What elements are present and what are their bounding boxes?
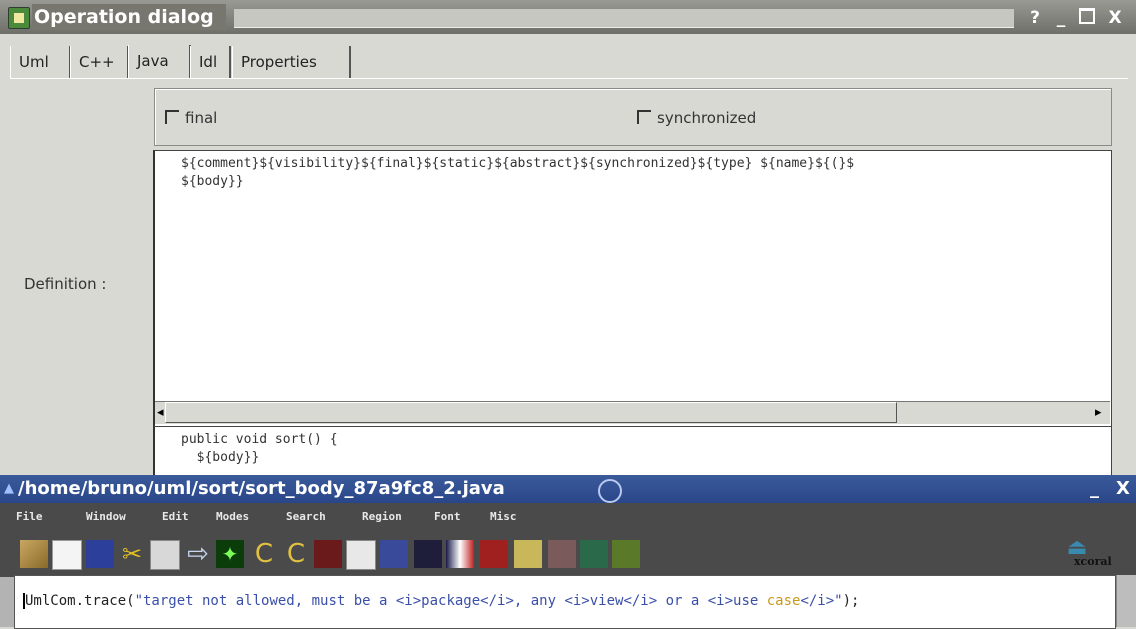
help-button[interactable]: ? [1024, 8, 1046, 28]
open-folder-icon[interactable] [20, 540, 48, 568]
editor-title: /home/bruno/uml/sort/sort_body_87a9fc8_2… [18, 478, 505, 499]
scrollbar-thumb[interactable] [165, 402, 897, 423]
tab-java[interactable]: Java [128, 45, 191, 79]
menu-search[interactable]: Search [286, 503, 326, 531]
declaration-textarea[interactable]: public void sort() { ${body}} [153, 426, 1112, 478]
close-button[interactable]: X [1104, 8, 1126, 28]
save-icon[interactable] [86, 540, 114, 568]
filter-icon[interactable] [548, 540, 576, 568]
maximize-button[interactable] [1076, 8, 1098, 28]
maximize-icon [1079, 8, 1095, 24]
menu-window[interactable]: Window [86, 503, 126, 531]
editor-text-area[interactable]: UmlCom.trace("target not allowed, must b… [14, 575, 1116, 629]
cpp-mode-icon[interactable]: C [282, 540, 310, 568]
definition-code: ${comment}${visibility}${final}${static}… [181, 155, 1107, 191]
editor-toolbar: ✂ ⇨ ✦ C C ⏏ xcoral [0, 531, 1136, 577]
menu-misc[interactable]: Misc [490, 503, 517, 531]
editor-minimize-button[interactable]: _ [1090, 475, 1099, 503]
declaration-code: public void sort() { ${body}} [181, 431, 338, 467]
book-icon[interactable] [480, 540, 508, 568]
c-mode-icon[interactable]: C [250, 540, 278, 568]
checkbox-icon [637, 110, 651, 124]
tab-uml[interactable]: Uml [10, 46, 71, 78]
definition-line: ${body}} [181, 174, 244, 189]
editor-close-button[interactable]: X [1116, 475, 1130, 503]
menu-edit[interactable]: Edit [162, 503, 189, 531]
definition-line: ${comment}${visibility}${final}${static}… [181, 156, 855, 171]
menu-file[interactable]: File [16, 503, 43, 531]
grep-icon[interactable] [414, 540, 442, 568]
modifiers-group: final synchronized [154, 88, 1112, 146]
copy-icon[interactable] [150, 540, 180, 570]
list-icon[interactable] [612, 540, 640, 568]
spark-icon[interactable]: ✦ [216, 540, 244, 568]
editor-menubar: File Window Edit Modes Search Region Fon… [0, 503, 1136, 531]
dialog-title-bar[interactable]: Operation dialog ? _ X [0, 0, 1136, 34]
disk-icon[interactable] [314, 540, 342, 568]
tab-cpp[interactable]: C++ [70, 46, 129, 78]
window-menu-icon[interactable]: ▲ [4, 481, 14, 496]
code-token: case [766, 593, 801, 609]
tab-idl[interactable]: Idl [190, 46, 231, 78]
scroll-left-icon[interactable]: ◂ [157, 405, 164, 420]
definition-label: Definition : [24, 275, 107, 293]
ruler-icon[interactable] [514, 540, 542, 568]
new-file-icon[interactable] [52, 540, 82, 570]
code-token: UmlCom.trace( [23, 593, 135, 609]
declaration-line: ${body}} [181, 450, 260, 465]
xcoral-logo-text: xcoral [1074, 555, 1112, 568]
menu-region[interactable]: Region [362, 503, 402, 531]
horizontal-scrollbar[interactable]: ◂ ▸ [155, 401, 1110, 424]
code-token: "target not allowed, must be a <i>packag… [134, 593, 767, 609]
synchronized-checkbox[interactable]: synchronized [637, 108, 756, 128]
minimize-button[interactable]: _ [1050, 8, 1072, 28]
final-checkbox-label: final [185, 109, 218, 127]
browser-icon[interactable] [380, 540, 408, 568]
declaration-line: public void sort() { [181, 432, 338, 447]
paste-arrow-icon[interactable]: ⇨ [184, 540, 212, 568]
editor-vertical-scrollbar[interactable] [1116, 575, 1136, 627]
app-icon [8, 7, 30, 29]
editor-title-bar[interactable]: ▲ /home/bruno/uml/sort/sort_body_87a9fc8… [0, 475, 1136, 503]
code-token: </i>" [800, 593, 843, 609]
checkbox-icon [165, 110, 179, 124]
document-icon[interactable] [346, 540, 376, 570]
scroll-right-icon[interactable]: ▸ [1095, 405, 1102, 420]
tools-icon[interactable] [580, 540, 608, 568]
prism-icon[interactable] [446, 540, 474, 568]
definition-textarea[interactable]: ${comment}${visibility}${final}${static}… [153, 150, 1112, 428]
editor-code-line: UmlCom.trace("target not allowed, must b… [23, 592, 859, 610]
code-token: ); [842, 593, 860, 609]
editor-window: ▲ /home/bruno/uml/sort/sort_body_87a9fc8… [0, 475, 1136, 629]
menu-font[interactable]: Font [434, 503, 461, 531]
tab-properties[interactable]: Properties [232, 46, 351, 78]
dialog-title: Operation dialog [32, 4, 226, 30]
menu-modes[interactable]: Modes [216, 503, 249, 531]
final-checkbox[interactable]: final [165, 108, 217, 128]
cut-icon[interactable]: ✂ [118, 540, 146, 568]
swirl-icon [598, 479, 622, 503]
title-bar-track [234, 8, 1014, 28]
synchronized-checkbox-label: synchronized [657, 109, 757, 127]
